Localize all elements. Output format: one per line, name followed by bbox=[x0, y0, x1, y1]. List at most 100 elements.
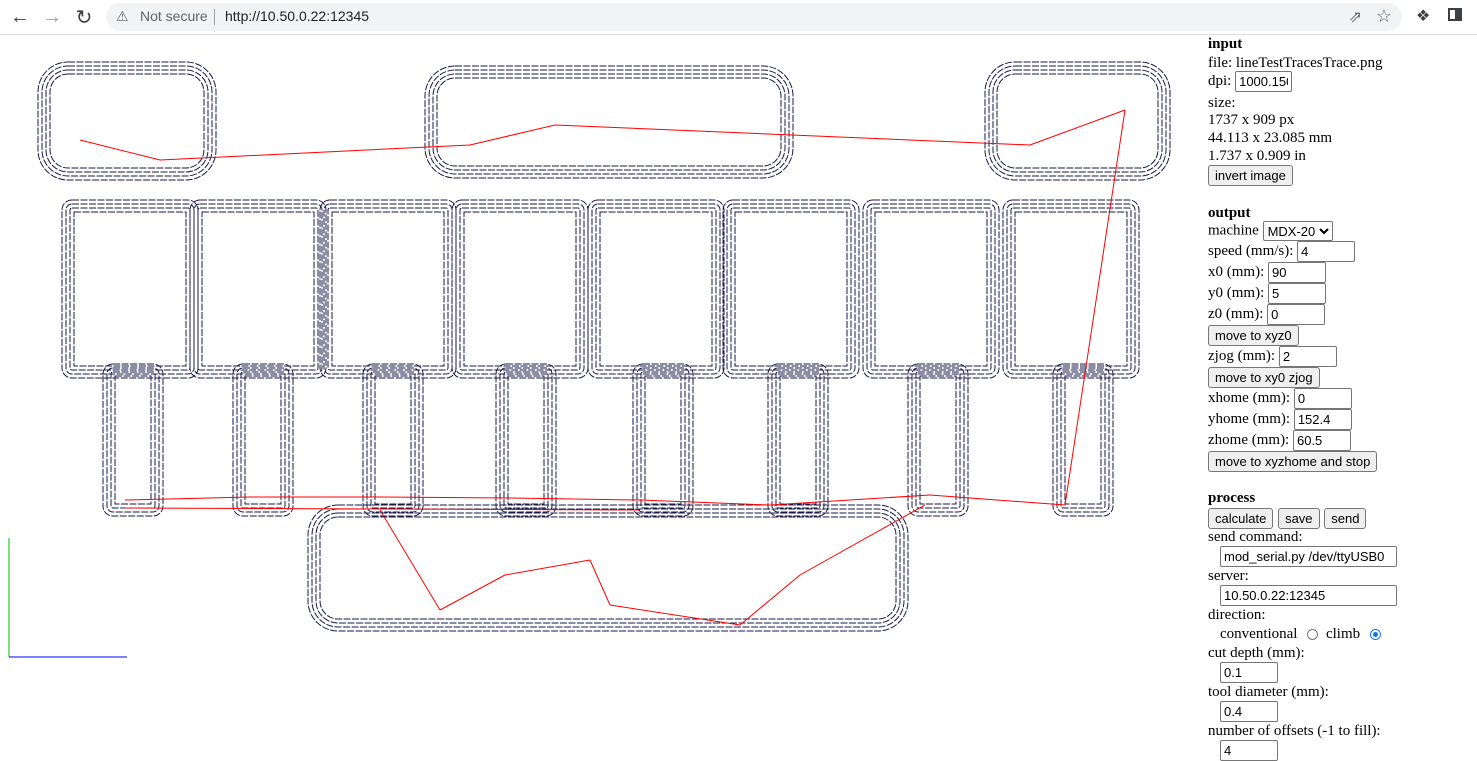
toolpath-comb-head-2 bbox=[193, 203, 323, 375]
toolpath-comb-head-5 bbox=[587, 199, 725, 379]
jog-move-13 bbox=[929, 494, 1066, 506]
jog-move-1 bbox=[79, 139, 161, 161]
side-panel-icon[interactable] bbox=[1448, 8, 1462, 21]
dpi-row: dpi: bbox=[1208, 71, 1293, 92]
address-divider bbox=[214, 9, 215, 25]
jog-move-15 bbox=[379, 509, 441, 611]
toolpath-label-traces bbox=[307, 504, 909, 632]
jog-move-6 bbox=[1064, 109, 1126, 506]
machine-label: machine bbox=[1208, 222, 1259, 239]
zhome-label: zhome (mm): bbox=[1208, 431, 1290, 448]
file-label: file: bbox=[1208, 55, 1233, 71]
zjog-label: zjog (mm): bbox=[1208, 347, 1276, 364]
cut-depth-input[interactable] bbox=[1220, 662, 1278, 683]
speed-input[interactable] bbox=[1297, 241, 1356, 262]
zjog-input[interactable] bbox=[1278, 346, 1337, 367]
toolpath-comb-leg-2 bbox=[240, 371, 286, 509]
bookmark-star-icon[interactable]: ☆ bbox=[1376, 6, 1392, 27]
toolpath-label-01 bbox=[41, 65, 213, 177]
toolpath-comb-head-8 bbox=[1010, 207, 1132, 371]
move-to-xyz0-button[interactable]: move to xyz0 bbox=[1208, 325, 1299, 346]
extensions-puzzle-icon[interactable]: ❖ bbox=[1416, 6, 1430, 26]
jog-move-18 bbox=[589, 559, 611, 606]
x0-input[interactable] bbox=[1268, 262, 1326, 283]
offsets-input[interactable] bbox=[1220, 740, 1278, 761]
zjog-row: zjog (mm): bbox=[1208, 346, 1337, 367]
back-icon[interactable]: ← bbox=[8, 5, 32, 29]
url-text[interactable]: http://10.50.0.22:12345 bbox=[225, 8, 369, 24]
toolpath-comb-head-7 bbox=[870, 207, 992, 371]
address-bar[interactable]: ⚠ Not secure http://10.50.0.22:12345 ⇗ ☆ bbox=[106, 3, 1402, 31]
warning-icon[interactable]: ⚠ bbox=[116, 8, 129, 25]
toolpath-comb-leg-5 bbox=[640, 371, 686, 509]
process-heading: process bbox=[1208, 490, 1256, 506]
jog-move-17 bbox=[504, 559, 591, 576]
toolpath-canvas[interactable] bbox=[0, 35, 1200, 750]
move-to-xyzhome-button[interactable]: move to xyzhome and stop bbox=[1208, 451, 1378, 472]
z0-label: z0 (mm): bbox=[1208, 305, 1264, 322]
security-label[interactable]: Not secure bbox=[140, 8, 208, 24]
toolpath-comb-leg-4 bbox=[495, 363, 557, 517]
tool-diameter-input[interactable] bbox=[1220, 701, 1278, 722]
server-input[interactable] bbox=[1220, 585, 1397, 606]
send-command-label: send command: bbox=[1208, 529, 1303, 545]
zhome-row: zhome (mm): bbox=[1208, 430, 1351, 451]
dpi-label: dpi: bbox=[1208, 72, 1232, 89]
toolpath-comb-head-7 bbox=[866, 203, 996, 375]
toolpath-comb-head-7 bbox=[862, 199, 1000, 379]
toolpath-comb-leg-7 bbox=[919, 375, 957, 505]
toolpath-comb-leg-1 bbox=[114, 375, 152, 505]
speed-label: speed (mm/s): bbox=[1208, 242, 1294, 259]
send-command-input[interactable] bbox=[1220, 546, 1397, 567]
machine-row: machine MDX-20 bbox=[1208, 221, 1333, 241]
toolpath-label-01 bbox=[45, 69, 209, 173]
direction-row: conventional climb bbox=[1220, 625, 1381, 644]
toolpath-comb-head-2 bbox=[201, 211, 315, 367]
y0-input[interactable] bbox=[1268, 283, 1326, 304]
move-to-xy0-zjog-button[interactable]: move to xy0 zjog bbox=[1208, 367, 1320, 388]
size-px: 1737 x 909 px bbox=[1208, 112, 1295, 128]
cut-depth-label: cut depth (mm): bbox=[1208, 645, 1305, 661]
calculate-button[interactable]: calculate bbox=[1208, 508, 1274, 529]
jog-move-7 bbox=[124, 496, 251, 501]
forward-icon[interactable]: → bbox=[40, 5, 64, 29]
toolpath-comb-head-4 bbox=[455, 203, 585, 375]
toolpath-comb-head-1 bbox=[69, 207, 191, 371]
conventional-radio[interactable] bbox=[1307, 629, 1319, 641]
toolpath-label-04mm bbox=[428, 69, 790, 175]
share-icon[interactable]: ⇗ bbox=[1349, 7, 1362, 27]
toolpath-label-traces bbox=[311, 508, 905, 628]
toolpath-comb-head-8 bbox=[1006, 203, 1136, 375]
send-button[interactable]: send bbox=[1324, 508, 1367, 529]
toolpath-label-traces bbox=[319, 516, 897, 620]
toolpath-comb-leg-7 bbox=[907, 363, 969, 517]
xhome-input[interactable] bbox=[1293, 388, 1352, 409]
machine-select[interactable]: MDX-20 bbox=[1262, 221, 1333, 241]
jog-move-12 bbox=[769, 494, 931, 506]
toolpath-comb-leg-6 bbox=[767, 363, 829, 517]
direction-label: direction: bbox=[1208, 607, 1266, 623]
invert-image-button[interactable]: invert image bbox=[1208, 165, 1293, 186]
jog-move-3 bbox=[469, 124, 556, 146]
toolpath-label-01 bbox=[49, 73, 205, 169]
save-button[interactable]: save bbox=[1278, 508, 1320, 529]
toolpath-comb-leg-1 bbox=[110, 371, 156, 509]
x0-row: x0 (mm): bbox=[1208, 262, 1326, 283]
jog-move-20 bbox=[739, 574, 801, 626]
toolpath-comb-head-1 bbox=[73, 211, 187, 367]
z0-input[interactable] bbox=[1267, 304, 1326, 325]
size-mm: 44.113 x 23.085 mm bbox=[1208, 130, 1333, 146]
toolpath-comb-head-7 bbox=[874, 211, 988, 367]
dpi-input[interactable] bbox=[1235, 71, 1293, 92]
climb-radio[interactable] bbox=[1369, 629, 1381, 641]
xhome-label: xhome (mm): bbox=[1208, 389, 1291, 406]
zhome-input[interactable] bbox=[1292, 430, 1351, 451]
toolpath-comb-leg-7 bbox=[915, 371, 961, 509]
xhome-row: xhome (mm): bbox=[1208, 388, 1352, 409]
toolpath-label-08 bbox=[984, 61, 1171, 181]
yhome-input[interactable] bbox=[1293, 409, 1352, 430]
jog-move-16 bbox=[439, 574, 506, 611]
toolpath-label-04mm bbox=[436, 77, 782, 167]
toolpath-comb-head-6 bbox=[726, 203, 856, 375]
reload-icon[interactable]: ↻ bbox=[72, 5, 96, 29]
